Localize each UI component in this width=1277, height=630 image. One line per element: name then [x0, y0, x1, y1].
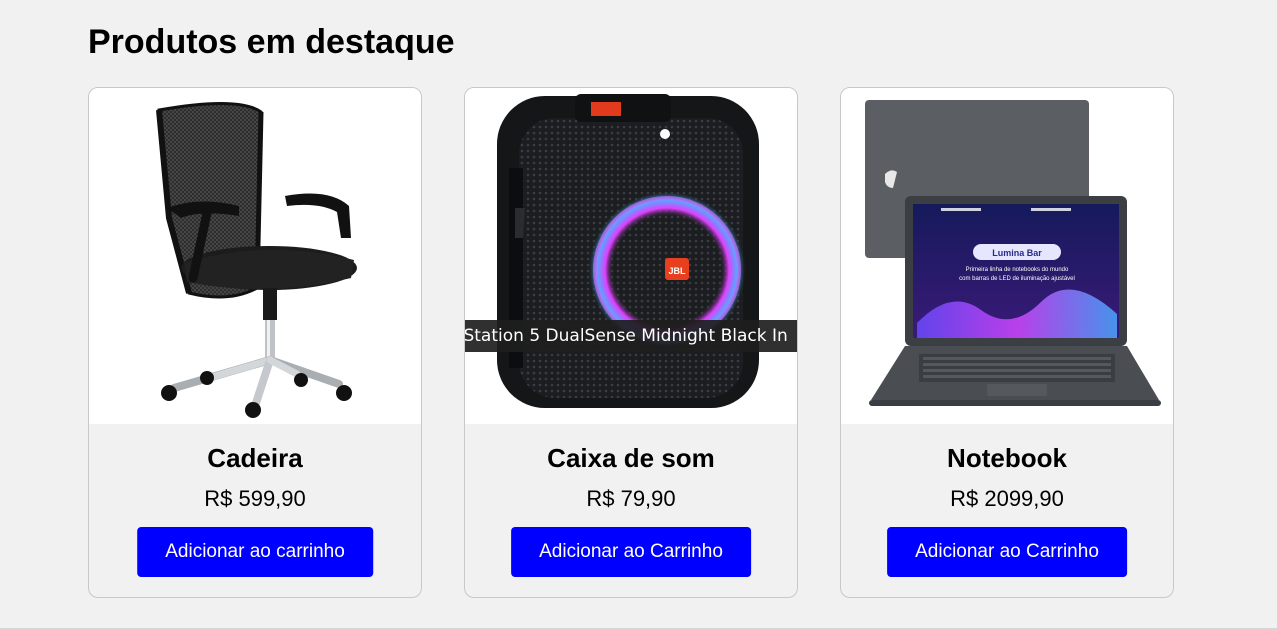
screen-title: Lumina Bar [992, 248, 1042, 258]
product-grid: Cadeira R$ 599,90 Adicionar ao carrinho [88, 87, 1174, 598]
product-card-cadeira: Cadeira R$ 599,90 Adicionar ao carrinho [88, 87, 422, 598]
add-to-cart-button[interactable]: Adicionar ao Carrinho [511, 527, 751, 577]
product-price: R$ 599,90 [204, 486, 306, 511]
product-name: Notebook [947, 443, 1067, 473]
product-card-notebook: Lumina Bar Primeira linha de notebooks d… [840, 87, 1174, 598]
page: Produtos em destaque Cadeira R$ 599,90 A… [0, 0, 1277, 630]
office-chair-icon [156, 101, 357, 418]
product-image-cadeira[interactable] [89, 88, 421, 424]
laptop-icon: Lumina Bar Primeira linha de notebooks d… [865, 100, 1161, 406]
product-name: Cadeira [207, 443, 303, 473]
add-to-cart-button[interactable]: Adicionar ao Carrinho [887, 527, 1127, 577]
party-speaker-icon: JBL [497, 94, 759, 408]
section-title: Produtos em destaque [88, 23, 455, 61]
image-caption-text: ayStation 5 DualSense Midnight Black In [465, 326, 788, 346]
product-image-caixa-de-som[interactable]: JBL ayStation 5 DualSense Midnight Black… [465, 88, 797, 424]
product-price: R$ 2099,90 [950, 486, 1064, 511]
product-price: R$ 79,90 [586, 486, 676, 511]
product-image-notebook[interactable]: Lumina Bar Primeira linha de notebooks d… [841, 88, 1173, 424]
product-name: Caixa de som [547, 443, 715, 473]
screen-subtitle-1: Primeira linha de notebooks do mundo [966, 267, 1069, 273]
brand-logo: JBL [668, 266, 686, 276]
product-card-caixa-de-som: JBL ayStation 5 DualSense Midnight Black… [464, 87, 798, 598]
image-caption-overlay: ayStation 5 DualSense Midnight Black In [465, 320, 797, 352]
screen-subtitle-2: com barras de LED de iluminação ajustáve… [959, 276, 1075, 282]
add-to-cart-button[interactable]: Adicionar ao carrinho [137, 527, 373, 577]
